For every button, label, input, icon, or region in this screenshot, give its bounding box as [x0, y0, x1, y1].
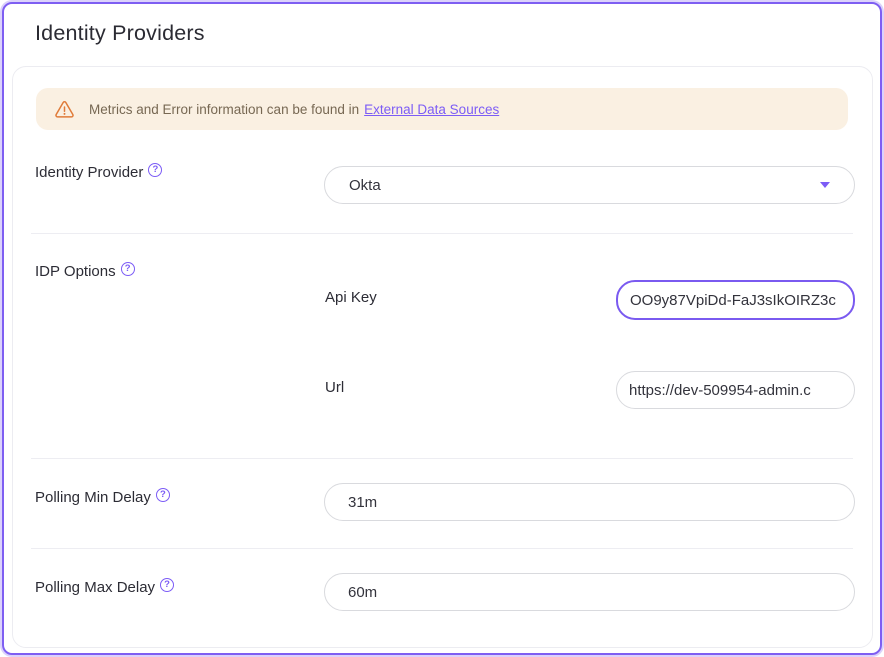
polling-min-delay-label-text: Polling Min Delay — [35, 489, 151, 506]
banner-message: Metrics and Error information can be fou… — [89, 102, 499, 117]
url-label: Url — [325, 379, 344, 396]
page-title: Identity Providers — [35, 21, 205, 46]
divider — [31, 458, 853, 459]
help-icon[interactable]: ? — [121, 262, 135, 276]
banner-message-text: Metrics and Error information can be fou… — [89, 102, 359, 117]
polling-max-delay-label-text: Polling Max Delay — [35, 579, 155, 596]
warning-triangle-icon — [55, 101, 74, 118]
settings-panel — [12, 66, 873, 648]
api-key-label: Api Key — [325, 289, 377, 306]
polling-max-delay-input[interactable] — [324, 573, 855, 611]
identity-provider-label-text: Identity Provider — [35, 164, 143, 181]
divider — [31, 233, 853, 234]
polling-max-delay-label: Polling Max Delay? — [35, 578, 174, 596]
polling-min-delay-input[interactable] — [324, 483, 855, 521]
idp-options-label: IDP Options? — [35, 262, 135, 280]
identity-provider-selected-value: Okta — [349, 177, 381, 194]
url-input[interactable] — [616, 371, 855, 409]
warning-banner: Metrics and Error information can be fou… — [36, 88, 848, 130]
identity-provider-select[interactable]: Okta — [324, 166, 855, 204]
identity-provider-label: Identity Provider? — [35, 163, 162, 181]
chevron-down-icon — [820, 182, 830, 188]
divider — [31, 548, 853, 549]
help-icon[interactable]: ? — [156, 488, 170, 502]
help-icon[interactable]: ? — [148, 163, 162, 177]
external-data-sources-link[interactable]: External Data Sources — [364, 102, 499, 117]
help-icon[interactable]: ? — [160, 578, 174, 592]
idp-options-label-text: IDP Options — [35, 263, 116, 280]
polling-min-delay-label: Polling Min Delay? — [35, 488, 170, 506]
api-key-input[interactable] — [616, 280, 855, 320]
